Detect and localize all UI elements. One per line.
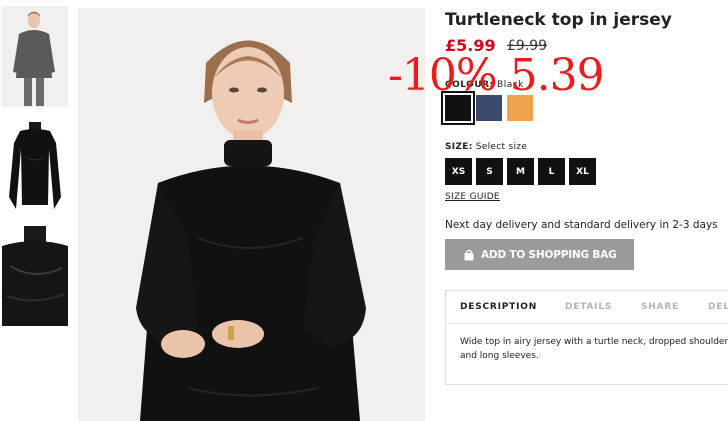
size-guide-link[interactable]: SIZE GUIDE <box>445 192 500 202</box>
add-to-bag-button[interactable]: ADD TO SHOPPING BAG <box>445 239 634 270</box>
thumbnail-product-detail[interactable] <box>2 226 68 326</box>
shopping-bag-icon <box>464 249 474 260</box>
thumbnail-model-full-image <box>2 6 68 107</box>
size-label: SIZE: Select size <box>445 142 527 152</box>
thumbnail-model-full[interactable] <box>2 6 68 107</box>
model-wearing-turtleneck-illustration <box>78 8 425 421</box>
promo-discount-overlay: -10% 5.39 <box>388 50 605 101</box>
description-text: Wide top in airy jersey with a turtle ne… <box>460 337 728 361</box>
delivery-info: Next day delivery and standard delivery … <box>445 219 718 231</box>
thumbnail-product-flat-image <box>2 117 68 213</box>
product-info-panel: DESCRIPTION DETAILS SHARE DELIVERY Wide … <box>445 290 728 385</box>
size-button-m[interactable]: M <box>507 158 534 185</box>
size-prompt: Select size <box>475 142 528 152</box>
size-button-l[interactable]: L <box>538 158 565 185</box>
main-product-image <box>78 8 425 421</box>
size-button-xl[interactable]: XL <box>569 158 596 185</box>
tab-delivery[interactable]: DELIVERY <box>708 302 728 312</box>
size-label-title: SIZE: <box>445 142 473 152</box>
tab-share[interactable]: SHARE <box>641 302 679 312</box>
size-button-s[interactable]: S <box>476 158 503 185</box>
thumbnail-product-flat[interactable] <box>2 117 68 213</box>
tab-details[interactable]: DETAILS <box>565 302 612 312</box>
size-button-xs[interactable]: XS <box>445 158 472 185</box>
add-to-bag-label: ADD TO SHOPPING BAG <box>481 248 617 261</box>
info-tabs: DESCRIPTION DETAILS SHARE DELIVERY <box>446 291 728 324</box>
thumbnail-product-detail-image <box>2 226 68 326</box>
product-title: Turtleneck top in jersey <box>445 10 672 30</box>
tab-description[interactable]: DESCRIPTION <box>460 302 537 312</box>
